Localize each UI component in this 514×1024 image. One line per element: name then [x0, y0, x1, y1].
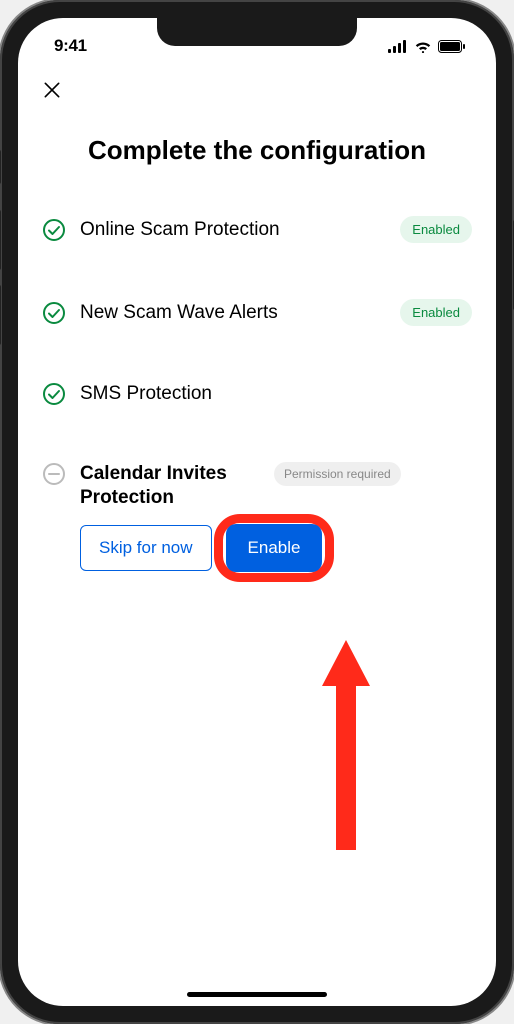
feature-calendar: Calendar Invites Protection Permission r…: [42, 462, 472, 510]
home-indicator[interactable]: [187, 992, 327, 997]
check-circle-icon: [42, 218, 66, 242]
content: Complete the configuration Online Scam P…: [18, 105, 496, 592]
enable-highlight: Enable: [226, 524, 323, 572]
page-title: Complete the configuration: [42, 135, 472, 166]
skip-button[interactable]: Skip for now: [80, 525, 212, 571]
close-icon: [42, 80, 62, 100]
check-circle-icon: [42, 301, 66, 325]
battery-icon: [438, 40, 466, 53]
action-row: Skip for now Enable: [80, 524, 472, 572]
feature-online-scam: Online Scam Protection Enabled: [42, 216, 472, 243]
status-badge-enabled: Enabled: [400, 299, 472, 326]
arrow-annotation: [316, 640, 376, 850]
feature-label: Calendar Invites Protection: [80, 462, 260, 510]
close-button[interactable]: [18, 62, 496, 105]
minus-circle-icon: [42, 462, 66, 486]
phone-frame: 9:41 Complete the configuration Online S…: [0, 0, 514, 1024]
volume-down-button: [0, 285, 1, 345]
mute-switch: [0, 150, 1, 184]
status-badge-permission: Permission required: [274, 462, 401, 486]
feature-label: New Scam Wave Alerts: [80, 302, 386, 324]
wifi-icon: [414, 40, 432, 53]
check-circle-icon: [42, 382, 66, 406]
feature-label: Online Scam Protection: [80, 219, 386, 241]
volume-up-button: [0, 210, 1, 270]
status-time: 9:41: [54, 36, 87, 56]
status-icons: [388, 40, 466, 53]
enable-button[interactable]: Enable: [226, 524, 323, 572]
notch: [157, 18, 357, 46]
feature-sms: SMS Protection: [42, 382, 472, 406]
signal-icon: [388, 40, 408, 53]
status-badge-enabled: Enabled: [400, 216, 472, 243]
screen: 9:41 Complete the configuration Online S…: [18, 18, 496, 1006]
feature-scam-alerts: New Scam Wave Alerts Enabled: [42, 299, 472, 326]
feature-label: SMS Protection: [80, 383, 472, 405]
